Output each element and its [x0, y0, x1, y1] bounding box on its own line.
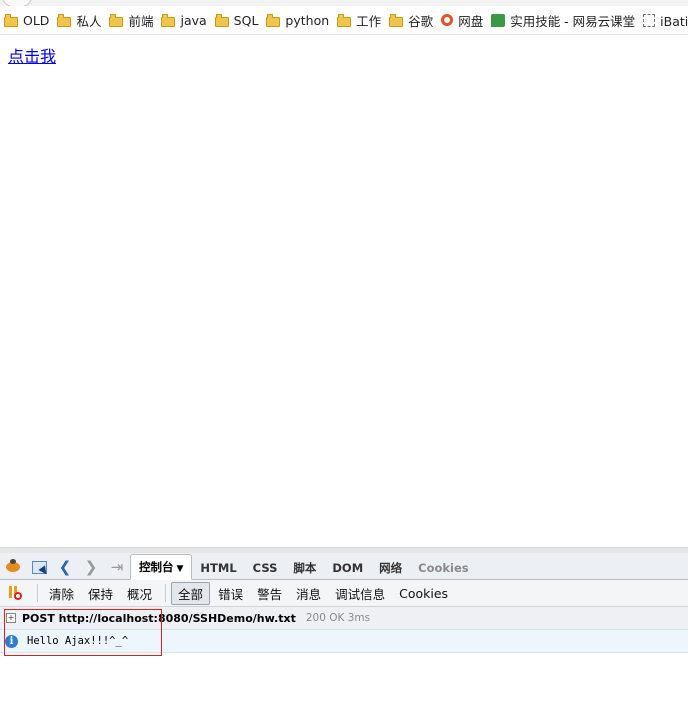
inspect-element-button[interactable]	[26, 555, 52, 579]
caret-down-icon: ▼	[176, 564, 184, 574]
bookmark-private[interactable]: 私人	[57, 11, 101, 30]
forward-button[interactable]: ❯	[78, 555, 104, 579]
bookmark-work[interactable]: 工作	[337, 11, 381, 30]
tab-html[interactable]: HTML	[192, 557, 244, 579]
filter-info-button[interactable]: 消息	[290, 583, 327, 604]
green-flag-icon	[491, 13, 506, 27]
tab-css[interactable]: CSS	[245, 557, 286, 579]
clear-button[interactable]: 清除	[43, 583, 80, 604]
console-toolbar: 清除 保持 概况 全部 错误 警告 消息 调试信息 Cookies	[0, 580, 688, 607]
request-status: 200 OK 3ms	[305, 612, 371, 624]
bookmark-old[interactable]: OLD	[4, 13, 49, 28]
tab-console[interactable]: 控制台 ▼	[130, 554, 193, 580]
folder-icon	[161, 13, 176, 27]
firebug-menu-button[interactable]	[0, 555, 26, 579]
click-me-link[interactable]: 点击我	[8, 43, 56, 67]
chevron-right-icon: ❯	[84, 558, 98, 576]
folder-icon	[337, 13, 352, 27]
filter-debug-button[interactable]: 调试信息	[329, 583, 391, 604]
bookmark-study163[interactable]: 实用技能 - 网易云课堂	[491, 11, 635, 30]
highlight-annotation-box	[4, 609, 162, 656]
firebug-tab-bar: ❮ ❯ ⇥ 控制台 ▼ HTML CSS 脚本 DOM 网络 Cookies	[0, 553, 688, 580]
bookmark-ibatis[interactable]: iBatis开	[643, 11, 688, 30]
folder-icon	[389, 13, 404, 27]
filter-warnings-button[interactable]: 警告	[251, 583, 288, 604]
tab-dom[interactable]: DOM	[324, 557, 371, 579]
folder-icon	[109, 13, 124, 27]
tab-cookies[interactable]: Cookies	[410, 557, 476, 579]
folder-icon	[57, 13, 72, 27]
folder-icon	[214, 13, 229, 27]
bookmark-sql[interactable]: SQL	[214, 13, 258, 28]
back-button[interactable]: ❮	[52, 555, 78, 579]
bookmarks-bar: OLD 私人 前端 java SQL python 工作 谷歌 网盘 实用技能 …	[0, 6, 688, 35]
command-line-toggle[interactable]: ⇥	[104, 555, 130, 579]
filter-cookies-button[interactable]: Cookies	[393, 585, 454, 602]
folder-icon	[4, 13, 18, 27]
toolbar-divider	[165, 584, 167, 602]
bookmark-netdisk[interactable]: 网盘	[441, 11, 483, 30]
tab-net[interactable]: 网络	[371, 557, 410, 579]
folder-icon	[266, 13, 281, 27]
toolbar-divider	[37, 584, 38, 602]
chevron-left-icon: ❮	[58, 558, 72, 576]
netdisk-ring-icon	[441, 14, 454, 26]
bookmark-google[interactable]: 谷歌	[389, 11, 433, 30]
inspect-cursor-icon	[31, 560, 47, 574]
indent-list-icon: ⇥	[110, 558, 124, 576]
persist-button[interactable]: 保持	[82, 583, 119, 604]
bookmark-java[interactable]: java	[161, 13, 207, 28]
bookmark-frontend[interactable]: 前端	[109, 11, 153, 30]
break-on-error-icon[interactable]	[8, 585, 24, 601]
profile-button[interactable]: 概况	[121, 583, 158, 604]
filter-all-button[interactable]: 全部	[171, 581, 211, 605]
bookmark-python[interactable]: python	[266, 13, 329, 28]
tab-script[interactable]: 脚本	[285, 557, 324, 579]
filter-errors-button[interactable]: 错误	[212, 583, 249, 604]
blank-page-icon	[643, 13, 656, 27]
firebug-bug-icon	[6, 559, 20, 572]
